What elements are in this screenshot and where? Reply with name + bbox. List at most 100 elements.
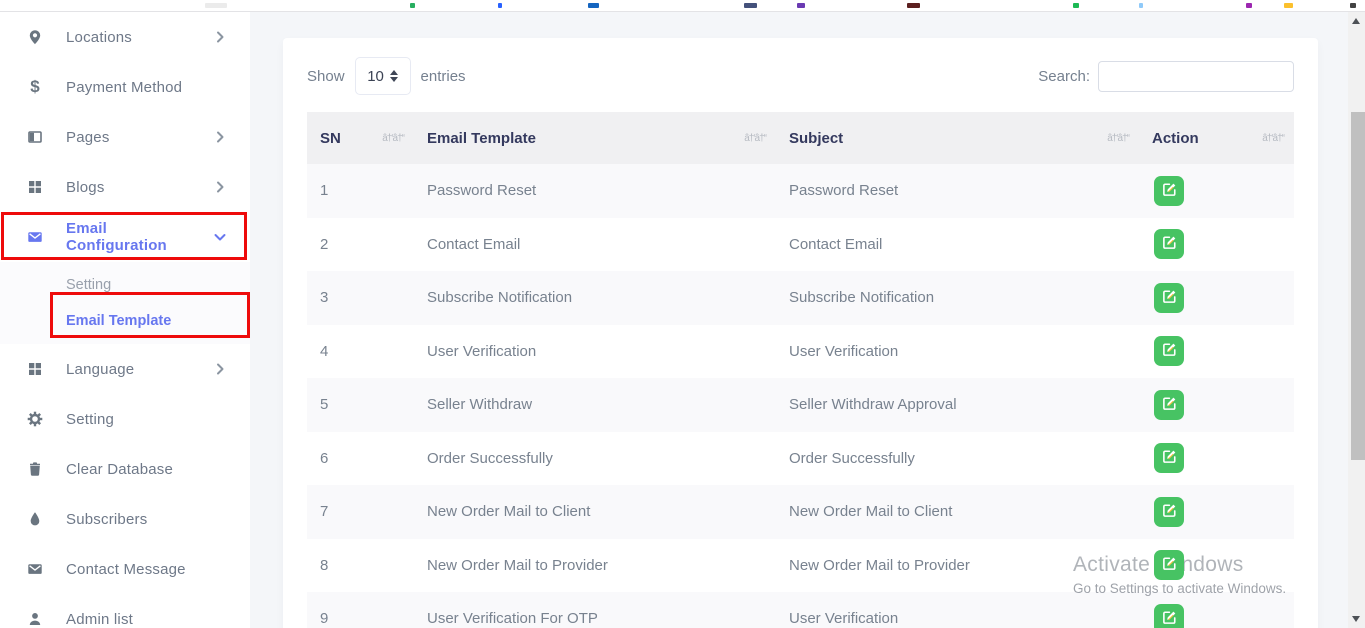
column-header-sn[interactable]: SNâ†‘â†“ bbox=[307, 112, 414, 164]
edit-icon bbox=[1162, 396, 1177, 414]
cell-sn: 4 bbox=[307, 325, 414, 379]
column-label: Subject bbox=[789, 130, 843, 147]
sidebar-item-label: Language bbox=[66, 361, 134, 378]
droplet-icon bbox=[27, 511, 43, 527]
edit-template-button[interactable] bbox=[1154, 176, 1184, 206]
edit-icon bbox=[1162, 503, 1177, 521]
edit-template-button[interactable] bbox=[1154, 550, 1184, 580]
sidebar-item-admin-list[interactable]: Admin list bbox=[0, 594, 250, 628]
column-header-subject[interactable]: Subjectâ†‘â†“ bbox=[776, 112, 1139, 164]
cell-subject: User Verification bbox=[776, 592, 1139, 628]
column-label: Email Template bbox=[427, 130, 536, 147]
sidebar-item-pages[interactable]: Pages bbox=[0, 112, 250, 162]
search-input[interactable] bbox=[1098, 61, 1294, 92]
edit-template-button[interactable] bbox=[1154, 336, 1184, 366]
email-configuration-submenu: SettingEmail Template bbox=[0, 262, 250, 344]
scrollbar-down-arrow-icon[interactable] bbox=[1352, 616, 1360, 622]
cell-sn: 6 bbox=[307, 432, 414, 486]
column-header-email-template[interactable]: Email Templateâ†‘â†“ bbox=[414, 112, 776, 164]
scrollbar-up-arrow-icon[interactable] bbox=[1352, 18, 1360, 24]
cell-action bbox=[1139, 539, 1294, 593]
cell-email-template: User Verification bbox=[414, 325, 776, 379]
page-length-value: 10 bbox=[367, 68, 384, 85]
table-row: 9User Verification For OTPUser Verificat… bbox=[307, 592, 1294, 628]
favicon bbox=[410, 3, 415, 8]
column-header-action[interactable]: Actionâ†‘â†“ bbox=[1139, 112, 1294, 164]
scrollbar-thumb[interactable] bbox=[1351, 112, 1365, 460]
page: Locations$Payment MethodPagesBlogsEmail … bbox=[0, 0, 1365, 628]
main-content: Show 10 entries Search: SNâ†‘â†“Email Te… bbox=[250, 12, 1365, 628]
sidebar-item-language[interactable]: Language bbox=[0, 344, 250, 394]
table-row: 8New Order Mail to ProviderNew Order Mai… bbox=[307, 539, 1294, 593]
cell-subject: Password Reset bbox=[776, 164, 1139, 218]
cell-sn: 1 bbox=[307, 164, 414, 218]
dollar-icon: $ bbox=[27, 79, 43, 95]
sidebar-item-setting[interactable]: Setting bbox=[0, 394, 250, 444]
submenu-item-email-setting[interactable]: Setting bbox=[0, 267, 250, 303]
chevron-right-icon bbox=[212, 361, 228, 377]
cell-sn: 3 bbox=[307, 271, 414, 325]
sidebar-item-payment-method[interactable]: $ Payment Method bbox=[0, 62, 250, 112]
sidebar-item-label: Subscribers bbox=[66, 511, 147, 528]
show-label: Show bbox=[307, 68, 345, 85]
table-row: 4User VerificationUser Verification bbox=[307, 325, 1294, 379]
edit-template-button[interactable] bbox=[1154, 283, 1184, 313]
favicon bbox=[1073, 3, 1079, 8]
table-row: 7New Order Mail to ClientNew Order Mail … bbox=[307, 485, 1294, 539]
cell-action bbox=[1139, 378, 1294, 432]
cell-subject: New Order Mail to Client bbox=[776, 485, 1139, 539]
cell-subject: Contact Email bbox=[776, 218, 1139, 272]
edit-template-button[interactable] bbox=[1154, 229, 1184, 259]
sidebar-item-label: Payment Method bbox=[66, 79, 182, 96]
edit-icon bbox=[1162, 235, 1177, 253]
sidebar-item-blogs[interactable]: Blogs bbox=[0, 162, 250, 212]
favicon bbox=[744, 3, 757, 8]
chevron-right-icon bbox=[212, 179, 228, 195]
gear-icon bbox=[27, 411, 43, 427]
edit-template-button[interactable] bbox=[1154, 390, 1184, 420]
cell-email-template: Order Successfully bbox=[414, 432, 776, 486]
cell-action bbox=[1139, 432, 1294, 486]
favicon bbox=[1350, 3, 1356, 8]
vertical-scrollbar[interactable] bbox=[1348, 12, 1365, 628]
cell-sn: 2 bbox=[307, 218, 414, 272]
favicon bbox=[1139, 3, 1143, 8]
chevron-right-icon bbox=[212, 129, 228, 145]
search-label: Search: bbox=[1038, 68, 1090, 85]
email-templates-table: SNâ†‘â†“Email Templateâ†‘â†“Subjectâ†‘â†… bbox=[307, 112, 1294, 628]
favicon bbox=[588, 3, 599, 8]
page-length-control: Show 10 entries bbox=[307, 57, 466, 95]
sidebar-item-contact-message[interactable]: Contact Message bbox=[0, 544, 250, 594]
sidebar-item-clear-database[interactable]: Clear Database bbox=[0, 444, 250, 494]
cell-subject: User Verification bbox=[776, 325, 1139, 379]
email-template-card: Show 10 entries Search: SNâ†‘â†“Email Te… bbox=[283, 38, 1318, 628]
cell-email-template: New Order Mail to Client bbox=[414, 485, 776, 539]
bookmarks-bar bbox=[0, 0, 1365, 12]
submenu-item-email-template[interactable]: Email Template bbox=[0, 303, 250, 339]
cell-email-template: Seller Withdraw bbox=[414, 378, 776, 432]
sidebar-item-label: Admin list bbox=[66, 611, 133, 628]
sort-icon: â†‘â†“ bbox=[382, 133, 404, 144]
edit-template-button[interactable] bbox=[1154, 497, 1184, 527]
cell-action bbox=[1139, 485, 1294, 539]
chevron-right-icon bbox=[212, 29, 228, 45]
cell-sn: 8 bbox=[307, 539, 414, 593]
chevron-down-icon bbox=[212, 229, 228, 245]
sidebar-item-subscribers[interactable]: Subscribers bbox=[0, 494, 250, 544]
edit-icon bbox=[1162, 449, 1177, 467]
edit-icon bbox=[1162, 289, 1177, 307]
sidebar-item-locations[interactable]: Locations bbox=[0, 12, 250, 62]
sidebar-item-label: Locations bbox=[66, 29, 132, 46]
cell-action bbox=[1139, 218, 1294, 272]
favicon bbox=[797, 3, 805, 8]
table-row: 3Subscribe NotificationSubscribe Notific… bbox=[307, 271, 1294, 325]
page-length-select[interactable]: 10 bbox=[355, 57, 411, 95]
edit-icon bbox=[1162, 342, 1177, 360]
envelope-icon bbox=[27, 229, 43, 245]
cell-subject: Order Successfully bbox=[776, 432, 1139, 486]
search-control: Search: bbox=[1038, 61, 1294, 92]
cell-subject: Seller Withdraw Approval bbox=[776, 378, 1139, 432]
sidebar-item-email-configuration[interactable]: Email Configuration bbox=[0, 212, 250, 262]
edit-template-button[interactable] bbox=[1154, 443, 1184, 473]
edit-template-button[interactable] bbox=[1154, 604, 1184, 628]
